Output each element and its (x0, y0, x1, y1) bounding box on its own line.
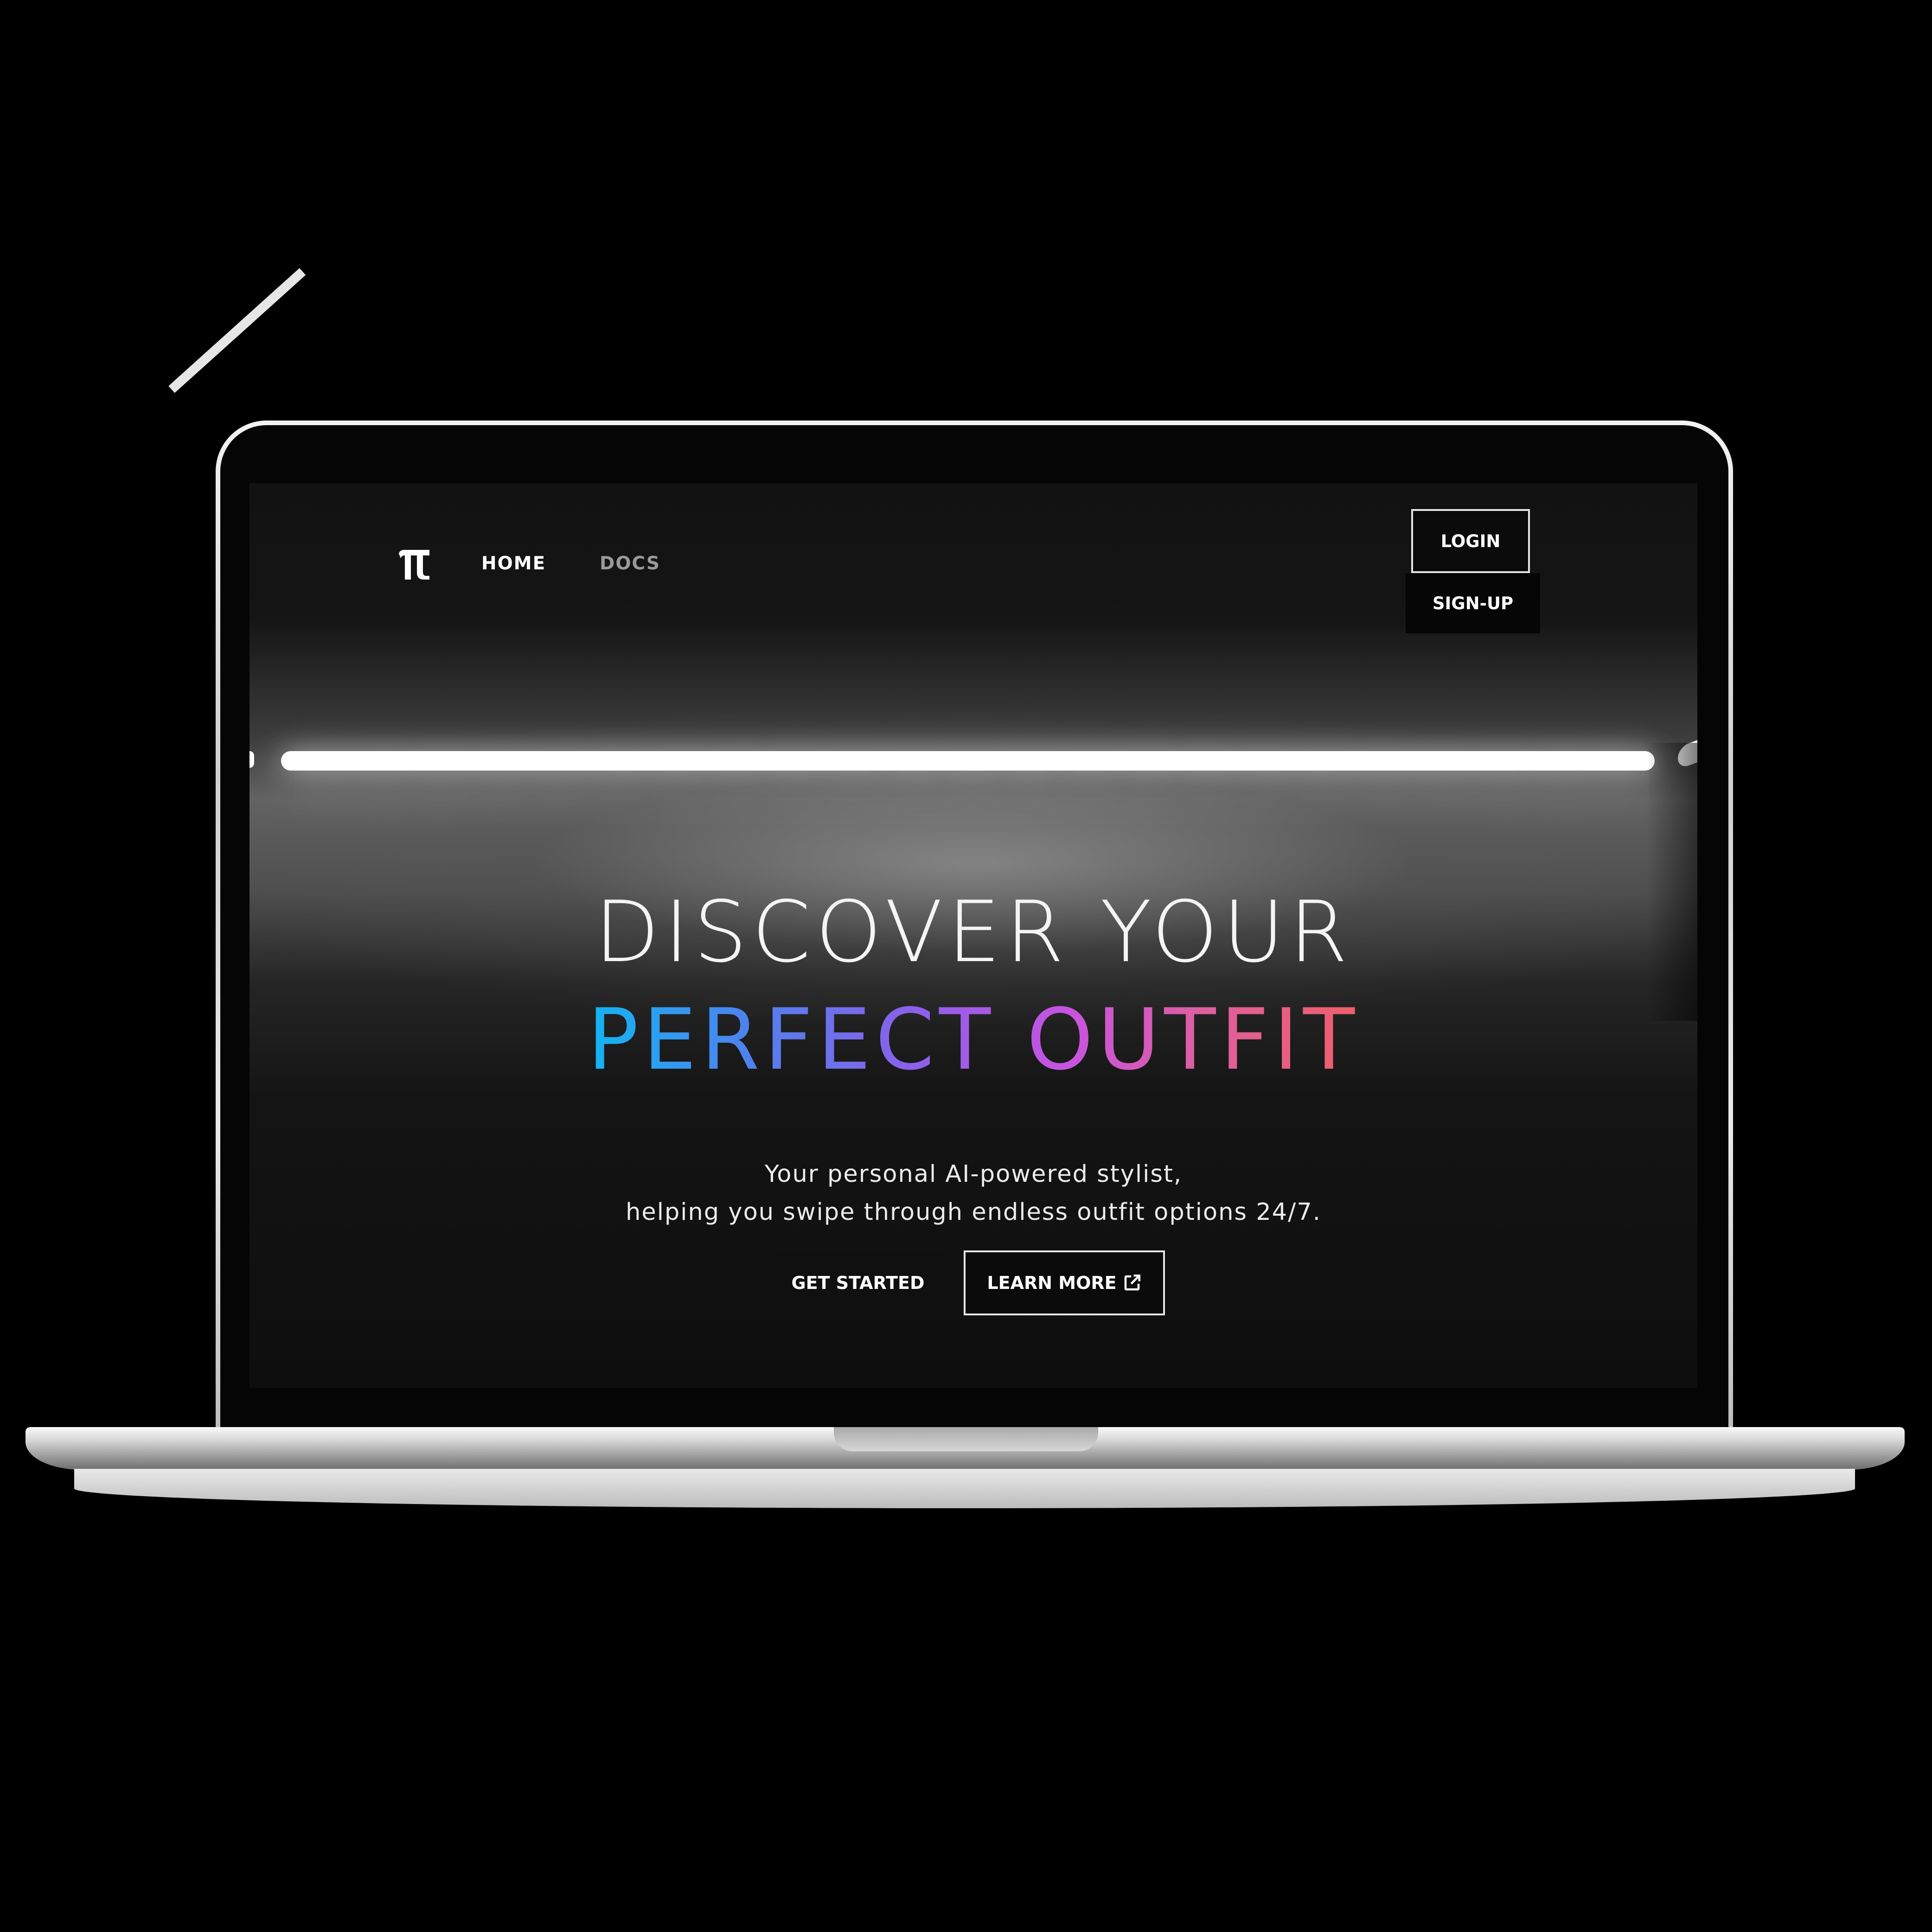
learn-more-button[interactable]: LEARN MORE (964, 1250, 1165, 1315)
get-started-label: GET STARTED (791, 1273, 925, 1293)
hero-subtitle-line2: helping you swipe through endless outfit… (626, 1199, 1321, 1226)
hero-title-gradient-text: PERFECT OUTFIT (587, 990, 1360, 1089)
neon-light-bar (281, 751, 1655, 771)
light-stub-left (249, 751, 254, 768)
hero-subtitle-line1: Your personal AI-powered stylist, (764, 1160, 1183, 1188)
website-screen: HOME DOCS LOGIN SIGN-UP DISCOVER YOUR PE… (249, 483, 1697, 1388)
login-label: LOGIN (1440, 531, 1501, 551)
external-link-icon (1124, 1274, 1140, 1291)
laptop-base-underside (74, 1469, 1855, 1508)
signup-label: SIGN-UP (1432, 593, 1514, 613)
laptop-mockup: HOME DOCS LOGIN SIGN-UP DISCOVER YOUR PE… (0, 0, 1932, 1932)
laptop-hinge-notch (834, 1427, 1098, 1451)
hero-title-line1: DISCOVER YOUR (594, 883, 1353, 981)
login-button[interactable]: LOGIN (1411, 509, 1530, 573)
lid-glare (168, 268, 306, 393)
pi-logo-icon[interactable] (397, 547, 432, 580)
hero-title-line2: PERFECT OUTFIT (249, 993, 1697, 1086)
signup-button[interactable]: SIGN-UP (1406, 573, 1540, 633)
get-started-button[interactable]: GET STARTED (770, 1250, 946, 1315)
nav-docs-link[interactable]: DOCS (600, 552, 660, 576)
learn-more-label: LEARN MORE (987, 1273, 1117, 1293)
nav-home-link[interactable]: HOME (481, 552, 546, 576)
wall-shade (1646, 743, 1697, 1021)
